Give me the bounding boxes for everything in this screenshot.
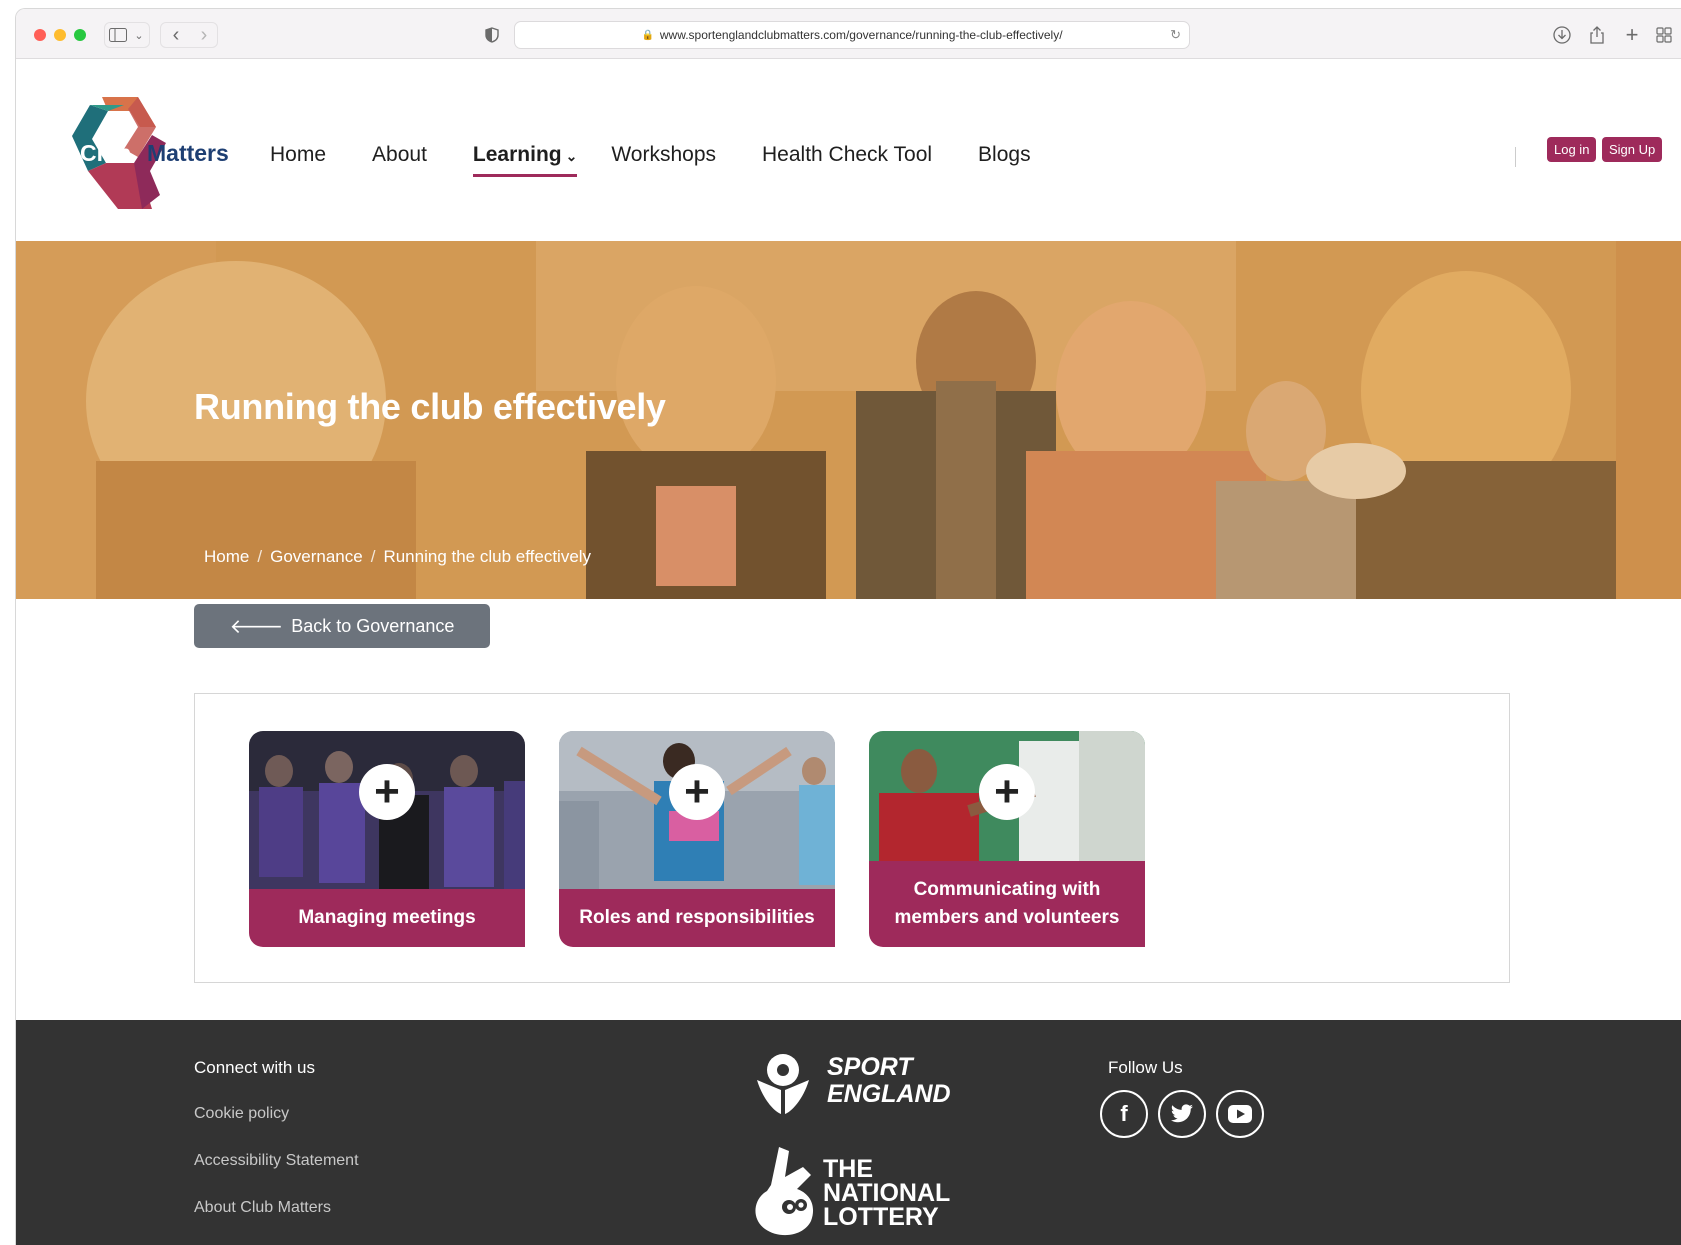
expand-plus-icon[interactable]: + bbox=[359, 764, 415, 820]
card-managing-meetings[interactable]: + Managing meetings bbox=[249, 731, 525, 947]
share-icon[interactable] bbox=[1587, 23, 1607, 47]
nav-blogs[interactable]: Blogs bbox=[978, 143, 1031, 167]
expand-plus-icon[interactable]: + bbox=[979, 764, 1035, 820]
address-bar[interactable]: 🔒 www.sportenglandclubmatters.com/govern… bbox=[514, 21, 1190, 49]
card-label: Communicating with members and volunteer… bbox=[869, 861, 1145, 947]
follow-heading: Follow Us bbox=[1108, 1058, 1183, 1077]
lock-icon: 🔒 bbox=[641, 29, 654, 41]
cookie-policy-link[interactable]: Cookie policy bbox=[194, 1105, 289, 1123]
tab-overview-icon[interactable] bbox=[1654, 23, 1674, 47]
login-button[interactable]: Log in bbox=[1547, 137, 1597, 162]
header-divider bbox=[1515, 147, 1516, 167]
logo-club-text: Club bbox=[80, 140, 131, 166]
card-label: Managing meetings bbox=[249, 889, 525, 947]
card-photo: + bbox=[869, 731, 1145, 861]
national-lottery-logo[interactable]: THE NATIONAL LOTTERY bbox=[749, 1145, 979, 1245]
connect-heading: Connect with us bbox=[194, 1058, 315, 1077]
sport-england-line1: SPORT bbox=[827, 1053, 913, 1081]
card-communicating-with-members[interactable]: + Communicating with members and volunte… bbox=[869, 731, 1145, 947]
youtube-icon[interactable] bbox=[1216, 1090, 1264, 1138]
lottery-line3: LOTTERY bbox=[823, 1203, 939, 1231]
back-to-governance-button[interactable]: 🡐 Back to Governance bbox=[194, 604, 490, 648]
url-text: www.sportenglandclubmatters.com/governan… bbox=[659, 28, 1063, 42]
nav-health-check-tool[interactable]: Health Check Tool bbox=[762, 143, 932, 167]
chevron-down-icon: ⌄ bbox=[565, 148, 578, 164]
expand-plus-icon[interactable]: + bbox=[669, 764, 725, 820]
breadcrumb: Home / Governance / Running the club eff… bbox=[204, 547, 591, 567]
chevron-down-icon[interactable]: ⌄ bbox=[132, 23, 146, 47]
topics-panel: + Managing meetings + Roles and responsi… bbox=[194, 693, 1510, 983]
twitter-icon[interactable] bbox=[1158, 1090, 1206, 1138]
privacy-shield-icon[interactable] bbox=[482, 23, 502, 47]
page-title: Running the club effectively bbox=[194, 386, 666, 427]
site-footer: Connect with us Cookie policy Accessibil… bbox=[16, 1020, 1681, 1245]
sidebar-icon[interactable] bbox=[108, 23, 128, 47]
lottery-line2: NATIONAL bbox=[823, 1179, 951, 1207]
minimize-window-button[interactable] bbox=[54, 29, 66, 41]
browser-window: ⌄ ‹ › 🔒 www.sportenglandclubmatters.com/… bbox=[15, 8, 1681, 1245]
reload-icon[interactable]: ↻ bbox=[1170, 27, 1181, 43]
accessibility-statement-link[interactable]: Accessibility Statement bbox=[194, 1152, 359, 1170]
card-roles-and-responsibilities[interactable]: + Roles and responsibilities bbox=[559, 731, 835, 947]
card-photo: + bbox=[249, 731, 525, 889]
sport-england-logo[interactable]: SPORT ENGLAND bbox=[751, 1050, 971, 1120]
breadcrumb-separator: / bbox=[370, 547, 376, 566]
download-icon[interactable] bbox=[1552, 23, 1572, 47]
site-header: Club Matters Home About Learning ⌄ Worksh… bbox=[16, 59, 1681, 241]
forward-icon[interactable]: › bbox=[194, 23, 214, 47]
breadcrumb-separator: / bbox=[257, 547, 263, 566]
card-photo: + bbox=[559, 731, 835, 889]
nav-home[interactable]: Home bbox=[270, 143, 326, 167]
breadcrumb-home[interactable]: Home bbox=[204, 547, 249, 567]
nav-workshops[interactable]: Workshops bbox=[611, 143, 716, 167]
back-icon[interactable]: ‹ bbox=[166, 23, 186, 47]
signup-button[interactable]: Sign Up bbox=[1602, 137, 1663, 162]
breadcrumb-current: Running the club effectively bbox=[383, 547, 592, 566]
nav-learning[interactable]: Learning ⌄ bbox=[472, 143, 578, 177]
facebook-icon[interactable]: f bbox=[1100, 1090, 1148, 1138]
arrow-left-icon: 🡐 bbox=[229, 615, 284, 638]
breadcrumb-governance[interactable]: Governance bbox=[270, 547, 363, 567]
nav-learning-label: Learning bbox=[472, 143, 562, 166]
club-matters-logo[interactable]: Club Matters bbox=[42, 91, 242, 216]
zoom-window-button[interactable] bbox=[74, 29, 86, 41]
close-window-button[interactable] bbox=[34, 29, 46, 41]
card-label: Roles and responsibilities bbox=[559, 889, 835, 947]
sport-england-line2: ENGLAND bbox=[827, 1080, 951, 1108]
hero-banner: Running the club effectively Home / Gove… bbox=[16, 241, 1681, 599]
logo-matters-text: Matters bbox=[147, 140, 229, 166]
about-club-matters-link[interactable]: About Club Matters bbox=[194, 1199, 331, 1217]
nav-about[interactable]: About bbox=[372, 143, 427, 167]
new-tab-icon[interactable]: + bbox=[1622, 22, 1642, 47]
main-nav: Home About Learning ⌄ Workshops Health Ch… bbox=[270, 143, 1077, 177]
lottery-line1: THE bbox=[823, 1155, 873, 1183]
back-button-label: Back to Governance bbox=[291, 615, 455, 636]
browser-toolbar: ⌄ ‹ › 🔒 www.sportenglandclubmatters.com/… bbox=[16, 9, 1681, 59]
